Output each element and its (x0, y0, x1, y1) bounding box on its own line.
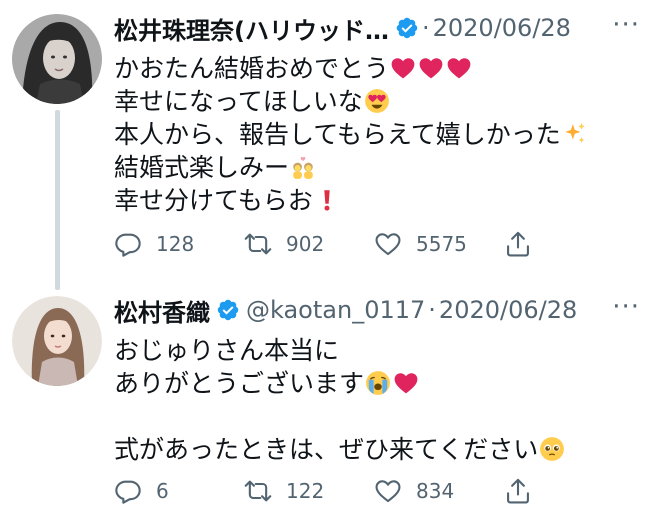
tweet-line: 本人から、報告してもらえて嬉しかった (114, 118, 634, 151)
thread-connector-line (55, 110, 60, 290)
share-button[interactable] (504, 477, 544, 505)
tweet-line-text: 結婚式楽しみー (114, 153, 290, 182)
tweet-line: 幸せ分けてもらお (114, 184, 634, 217)
pleading-face-icon (540, 437, 565, 461)
separator-dot: · (428, 296, 436, 324)
more-options-icon[interactable]: ··· (612, 10, 640, 40)
tweet-date[interactable]: 2020/06/28 (439, 296, 577, 324)
like-count: 834 (416, 479, 455, 503)
tweet-actions: 6 122 834 (114, 474, 554, 508)
tweet-line: 結婚式楽しみー (114, 151, 634, 184)
heart-eyes-icon (364, 89, 389, 113)
tweet-line: 幸せになってほしいな (114, 85, 634, 118)
separator-dot: · (421, 14, 430, 42)
retweet-count: 122 (286, 479, 325, 503)
tweet-line-text: 幸せ分けてもらお (114, 186, 313, 215)
reply-count: 6 (156, 479, 169, 503)
retweet-count: 902 (286, 232, 325, 256)
like-count: 5575 (416, 232, 467, 256)
reply-button[interactable]: 128 (114, 230, 244, 258)
tweet-text: かおたん結婚おめでとう 幸せになってほしいな 本人から、報告してもらえて嬉しかっ… (114, 52, 634, 217)
display-name[interactable]: 松井珠理奈(ハリウッド… (114, 11, 389, 46)
tweet-line-text: ありがとうございます (114, 369, 365, 398)
like-button[interactable]: 834 (374, 477, 504, 505)
tweet-line-text: おじゅりさん本当に (114, 336, 340, 365)
red-heart-icon (391, 58, 415, 79)
reply-icon (115, 233, 141, 257)
tweet-line-text: 式があったときは、ぜひ来てください (114, 435, 539, 464)
display-name[interactable]: 松村香織 (114, 293, 210, 328)
tweet-date[interactable]: 2020/06/28 (433, 14, 571, 42)
retweet-icon (244, 233, 272, 255)
avatar[interactable] (12, 296, 102, 386)
crying-face-icon (366, 371, 390, 395)
tweet-line: 式があったときは、ぜひ来てください (114, 433, 634, 466)
tweet-text: おじゅりさん本当に ありがとうございます 式があったときは、ぜひ来てください (114, 334, 634, 466)
red-heart-icon (419, 58, 443, 79)
heart-outline-icon (375, 233, 401, 256)
verified-badge-icon (396, 17, 418, 39)
reply-count: 128 (156, 232, 195, 256)
sparkles-icon (565, 123, 585, 143)
tweet-actions: 128 902 5575 (114, 227, 554, 261)
more-options-icon[interactable]: ··· (612, 292, 640, 322)
tweet-line: ありがとうございます (114, 367, 634, 400)
reply-button[interactable]: 6 (114, 477, 244, 505)
verified-badge-icon (217, 299, 239, 321)
celebrating-people-icon (293, 156, 313, 179)
user-handle[interactable]: @kaotan_0117 (246, 296, 425, 324)
red-heart-icon (394, 373, 418, 394)
tweet-line-text: 本人から、報告してもらえて嬉しかった (114, 120, 561, 149)
tweet-line: かおたん結婚おめでとう (114, 52, 634, 85)
retweet-button[interactable]: 902 (244, 230, 374, 258)
retweet-icon (244, 480, 272, 502)
tweet-line-text: かおたん結婚おめでとう (114, 54, 390, 83)
share-button[interactable] (504, 230, 544, 258)
tweet-line-text: 幸せになってほしいな (114, 87, 363, 116)
red-exclamation-icon (324, 190, 330, 211)
like-button[interactable]: 5575 (374, 230, 504, 258)
tweet-line: おじゅりさん本当に (114, 334, 634, 367)
red-heart-icon (447, 58, 471, 79)
heart-outline-icon (375, 480, 401, 503)
share-icon (507, 478, 529, 504)
tweet-header: 松村香織 @kaotan_0117 · 2020/06/28 ··· (114, 292, 644, 328)
tweet-header: 松井珠理奈(ハリウッド… · 2020/06/28 ··· (114, 10, 644, 46)
avatar[interactable] (12, 14, 102, 104)
retweet-button[interactable]: 122 (244, 477, 374, 505)
reply-icon (115, 480, 141, 504)
share-icon (507, 231, 529, 257)
